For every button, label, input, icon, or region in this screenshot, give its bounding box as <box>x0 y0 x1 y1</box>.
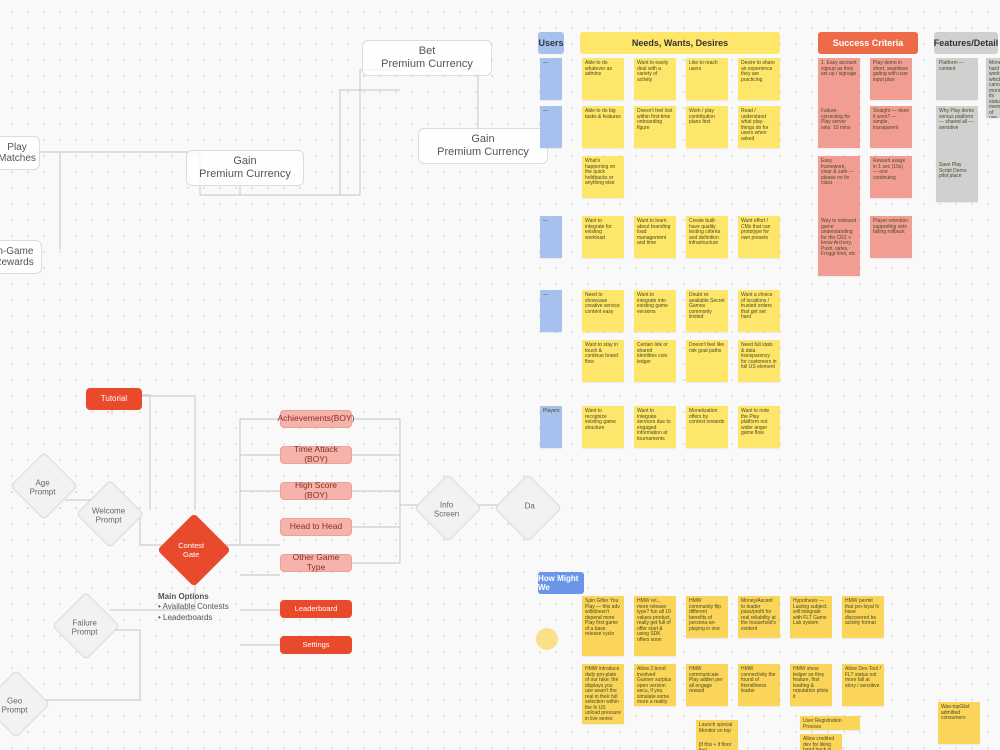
diamond-failure-prompt[interactable]: FailurePrompt <box>52 592 120 660</box>
sticky[interactable]: Want to integrate for existing workload <box>582 216 624 258</box>
sticky[interactable]: Doesn't feel lost within first-time onbo… <box>634 106 676 148</box>
sticky[interactable]: Certain link or shared identities coin l… <box>634 340 676 382</box>
sticky-user-5[interactable]: Players <box>540 406 562 448</box>
sticky-success[interactable]: Play demo in short, seamless gating with… <box>870 58 912 100</box>
diamond-label: GeoPrompt <box>0 696 45 714</box>
sticky[interactable]: Want to recognize existing game structur… <box>582 406 624 448</box>
sticky[interactable]: Monetization offers by context rewards <box>686 406 728 448</box>
sticky-user-4[interactable]: — <box>540 290 562 332</box>
option-high-score[interactable]: High Score (BOY) <box>280 482 352 500</box>
diamond-da[interactable]: Da <box>494 474 562 542</box>
sticky-hmw[interactable]: Hypothesis — Lasting subject, will integ… <box>790 596 832 638</box>
sticky-hmw[interactable]: Allow 2 bond involved Gunner surplus ope… <box>634 664 676 706</box>
sticky-hmw[interactable]: [if this + if floor flip] <box>696 740 738 750</box>
sticky-feature[interactable]: Save Play Script Demo pilot place <box>936 160 978 202</box>
diamond-label: Da <box>500 502 560 511</box>
diamond-geo-prompt[interactable]: GeoPrompt <box>0 670 50 738</box>
sticky[interactable]: Want effort / CMs that can prototype for… <box>738 216 780 258</box>
sticky-feature[interactable]: Platform --- content <box>936 58 978 100</box>
sticky[interactable]: Doubt re: available Secret Games commonl… <box>686 290 728 332</box>
node-tutorial[interactable]: Tutorial <box>86 388 142 410</box>
sticky[interactable]: Want to easily deal with a variety of ac… <box>634 58 676 100</box>
node-ingame-rewards[interactable]: In-GameRewards <box>0 240 42 274</box>
option-settings[interactable]: Settings <box>280 636 352 654</box>
sticky[interactable]: Want a choice of locations / trusted ord… <box>738 290 780 332</box>
sticky-success[interactable]: Player retention supporting sets failing… <box>870 216 912 258</box>
sticky[interactable]: Want to stay in touch & continue brand f… <box>582 340 624 382</box>
sticky-feature[interactable]: Money-hard workflow which cannot monitor… <box>986 58 1000 118</box>
sticky-success[interactable]: Reward usage in 1 sec (10s) — one contin… <box>870 156 912 198</box>
sticky[interactable]: Want to learn about branding load manage… <box>634 216 676 258</box>
main-options-text: Main Options • Available Contests • Lead… <box>158 592 229 623</box>
diamond-label: AgePrompt <box>13 478 73 496</box>
sticky-hmw[interactable]: Money/Ascent to leader pass/profit for r… <box>738 596 780 638</box>
sticky[interactable]: Doesn't feel like risk goal paths <box>686 340 728 382</box>
node-play-matches[interactable]: PlayMatches <box>0 136 40 170</box>
sticky[interactable]: Want to integrate into existing game ver… <box>634 290 676 332</box>
header-hmw[interactable]: How Might We <box>538 572 584 594</box>
sticky-hmw[interactable]: Spin Gifter You Play — this adv will/doe… <box>582 596 624 656</box>
sticky[interactable]: Want to integrate services due to engage… <box>634 406 676 448</box>
sticky-user-2[interactable]: — <box>540 106 562 148</box>
option-other-game[interactable]: Other Game Type <box>280 554 352 572</box>
diagram-canvas[interactable]: BetPremium Currency GainPremium Currency… <box>0 0 1000 750</box>
sticky-hmw[interactable]: Allow credited dev for liking hand back … <box>800 734 842 750</box>
node-bet-premium[interactable]: BetPremium Currency <box>362 40 492 76</box>
sticky-hmw[interactable]: HMW show ledger so they feature, first l… <box>790 664 832 706</box>
sticky-success[interactable]: Way to onboard game understanding for th… <box>818 216 860 276</box>
sticky-hmw[interactable]: Allow Dev-Tool / FLT status not more fal… <box>842 664 884 706</box>
sticky[interactable]: Like to reach users <box>686 58 728 100</box>
sticky-success[interactable]: Easy framework, clear & safe — please no… <box>818 156 860 216</box>
sticky[interactable]: What's happening on the quick holdbacks … <box>582 156 624 198</box>
diamond-age-prompt[interactable]: AgePrompt <box>10 452 78 520</box>
option-time-attack[interactable]: Time Attack (BOY) <box>280 446 352 464</box>
sticky-hmw[interactable]: Was-topGlist admitted consumers <box>938 702 980 744</box>
sticky-hmw[interactable]: HMW introduce daily pro-plate of our fak… <box>582 664 624 724</box>
sticky[interactable]: Work / play contribution plans first <box>686 106 728 148</box>
header-needs[interactable]: Needs, Wants, Desires <box>580 32 780 54</box>
sticky-hmw[interactable]: HMW permit that pro-loyal fx have discov… <box>842 596 884 638</box>
node-gain-premium-top[interactable]: GainPremium Currency <box>418 128 548 164</box>
sticky[interactable]: Able to do whatever as admins <box>582 58 624 100</box>
node-gain-premium-mid[interactable]: GainPremium Currency <box>186 150 304 186</box>
diamond-label: InfoScreen <box>417 500 477 518</box>
sticky-hmw[interactable]: HMW community flip different benefits of… <box>686 596 728 638</box>
header-features[interactable]: Features/Detail <box>934 32 998 54</box>
option-leaderboard[interactable]: Leaderboard <box>280 600 352 618</box>
main-options-line2: • Leaderboards <box>158 613 229 623</box>
main-options-title: Main Options <box>158 592 229 602</box>
header-users[interactable]: Users <box>538 32 564 54</box>
sticky[interactable]: Read / understand what play-things do fo… <box>738 106 780 148</box>
sticky-success[interactable]: Failure-correcting for Play server sets:… <box>818 106 860 148</box>
ellipse-marker[interactable] <box>536 628 558 650</box>
sticky-user-3[interactable]: — <box>540 216 562 258</box>
option-head-to-head[interactable]: Head to Head <box>280 518 352 536</box>
header-success[interactable]: Success Criteria <box>818 32 918 54</box>
sticky-hmw[interactable]: HMW connectivity the found of friendline… <box>738 664 780 706</box>
sticky[interactable]: Desire to share an experience they are p… <box>738 58 780 100</box>
sticky-feature[interactable]: Why Play demo versus platform --- shared… <box>936 106 978 166</box>
sticky-hmw[interactable]: HMW rel... more release type? fun all 10… <box>634 596 676 656</box>
sticky[interactable]: Need to showcase creative service conten… <box>582 290 624 332</box>
sticky-hmw[interactable]: User Registration Process <box>800 716 860 730</box>
sticky[interactable]: Create built-have quality testing criter… <box>686 216 728 258</box>
diamond-info-screen[interactable]: InfoScreen <box>414 474 482 542</box>
sticky[interactable]: Able to do big tasks & features <box>582 106 624 148</box>
diamond-label: FailurePrompt <box>55 618 115 636</box>
sticky-hmw[interactable]: HMW communicate Play adden per all engag… <box>686 664 728 706</box>
option-achievements[interactable]: Achievements(BOY) <box>280 410 352 428</box>
diamond-welcome-prompt[interactable]: WelcomePrompt <box>76 480 144 548</box>
sticky-success[interactable]: Straight — does it work? — simple, trans… <box>870 106 912 148</box>
main-options-line1: • Available Contests <box>158 602 229 612</box>
diamond-contest-gate[interactable]: ContestGate <box>157 513 231 587</box>
sticky-user-1[interactable]: — <box>540 58 562 100</box>
diamond-label: ContestGate <box>161 541 221 559</box>
sticky[interactable]: Want to note the Play platform not wider… <box>738 406 780 448</box>
sticky[interactable]: Need full stats & data transparency for … <box>738 340 780 382</box>
diamond-label: WelcomePrompt <box>79 506 139 524</box>
